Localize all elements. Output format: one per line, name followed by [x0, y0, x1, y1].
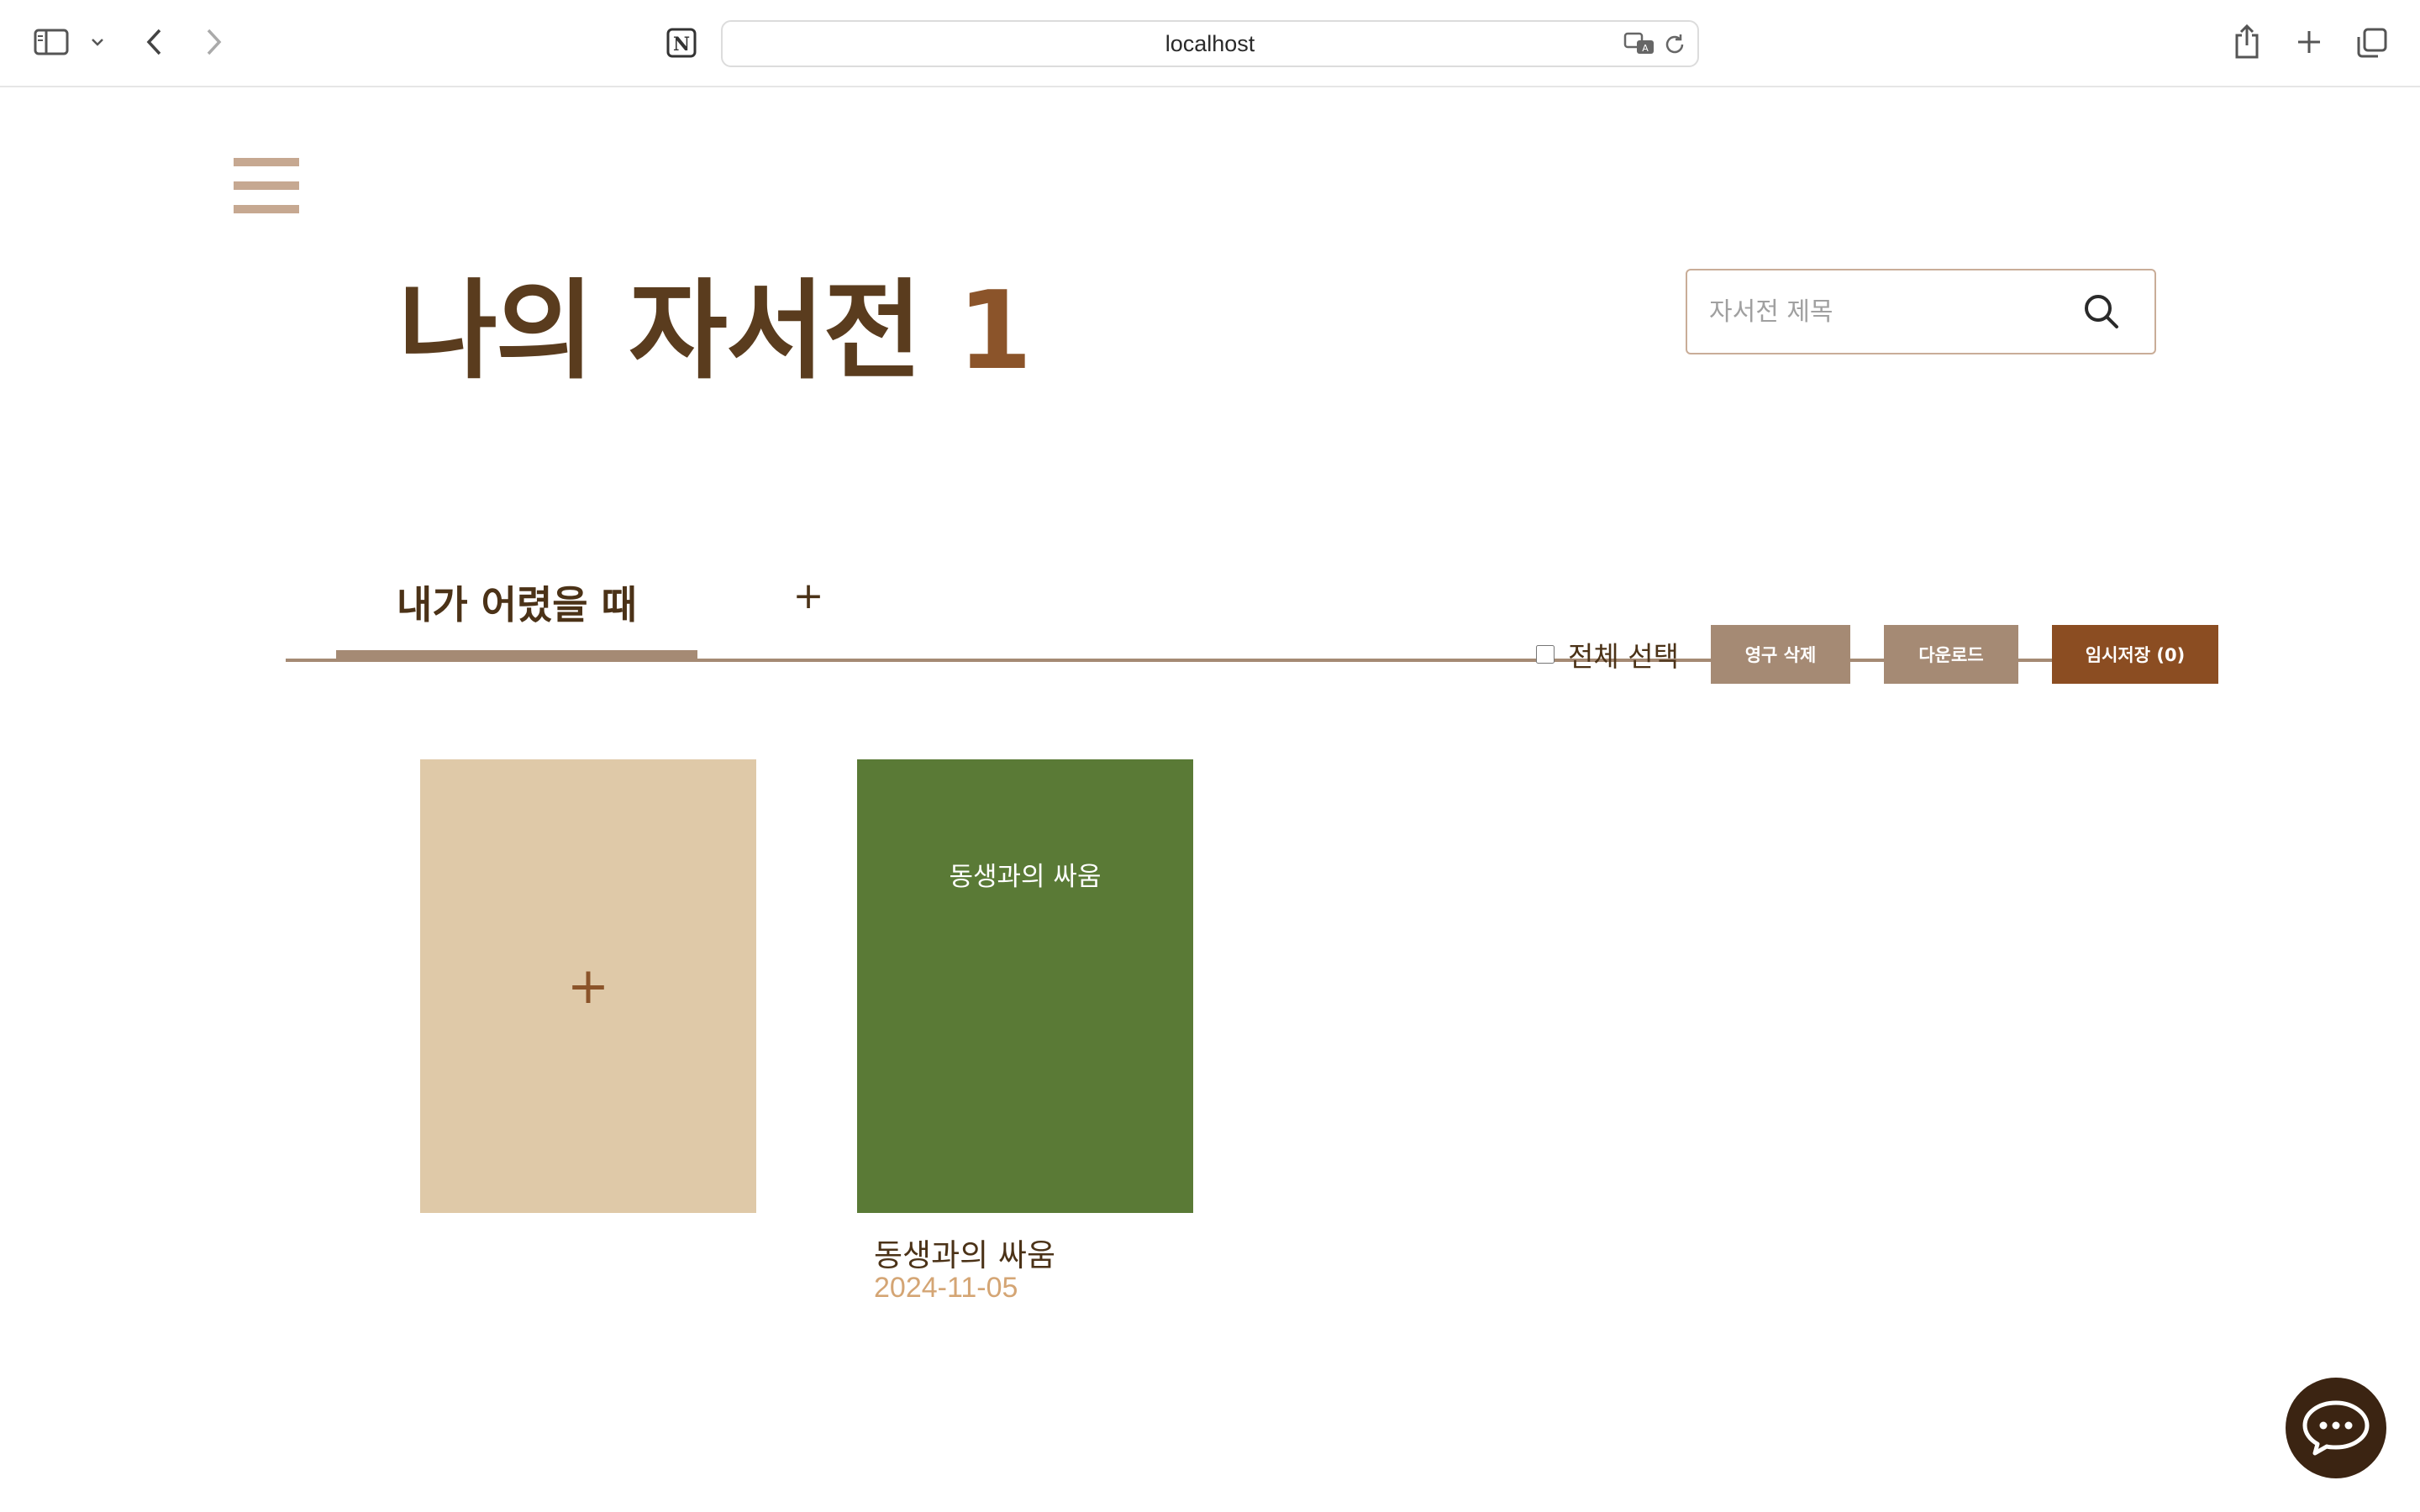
svg-text:A: A — [1642, 43, 1649, 54]
chat-bubble-icon — [2302, 1400, 2370, 1456]
chevron-down-icon[interactable] — [87, 32, 108, 52]
tab-chapter-1[interactable]: 내가 어렸을 때 — [336, 558, 697, 659]
back-icon[interactable] — [139, 25, 168, 59]
book-title[interactable]: 동생과의 싸움 — [874, 1230, 1055, 1275]
page-content: 나의 자서전 1 내가 어렸을 때 + 전체 선택 영구 삭제 다운로드 임시저… — [0, 87, 2420, 1512]
menu-icon[interactable] — [234, 158, 299, 213]
forward-icon[interactable] — [200, 25, 229, 59]
address-bar[interactable]: localhost A — [721, 20, 1699, 67]
tabs-overview-icon[interactable] — [2354, 25, 2390, 60]
add-tab-button[interactable]: + — [786, 571, 830, 622]
drafts-button[interactable]: 임시저장 (0) — [2052, 625, 2218, 684]
autobiography-count: 1 — [957, 269, 1033, 394]
search-icon[interactable] — [2082, 292, 2121, 334]
translate-icon[interactable]: A — [1623, 32, 1657, 60]
search-box — [1686, 269, 2156, 354]
notion-icon[interactable]: N — [664, 25, 699, 60]
page-title: 나의 자서전 1 — [398, 244, 1032, 394]
chat-button[interactable] — [2286, 1378, 2386, 1478]
permanent-delete-button[interactable]: 영구 삭제 — [1711, 625, 1850, 684]
select-all-label: 전체 선택 — [1568, 640, 1679, 673]
share-icon[interactable] — [2230, 22, 2264, 60]
url-text: localhost — [1165, 31, 1255, 56]
browser-toolbar: N localhost A — [0, 0, 2420, 87]
search-input[interactable] — [1709, 270, 2062, 353]
book-date: 2024-11-05 — [874, 1272, 1018, 1304]
sidebar-icon[interactable] — [32, 25, 71, 59]
reload-icon[interactable] — [1662, 32, 1687, 60]
select-all[interactable]: 전체 선택 — [1536, 625, 1679, 684]
add-book-card[interactable]: + — [420, 759, 756, 1213]
svg-text:N: N — [673, 34, 690, 55]
select-all-checkbox[interactable] — [1536, 645, 1555, 664]
tab-active-indicator — [336, 650, 697, 659]
download-button[interactable]: 다운로드 — [1884, 625, 2018, 684]
new-tab-icon[interactable] — [2292, 25, 2326, 59]
book-cover-title: 동생과의 싸움 — [949, 862, 1102, 892]
page-title-text: 나의 자서전 — [398, 269, 922, 394]
tab-label: 내가 어렸을 때 — [397, 582, 637, 627]
plus-icon: + — [566, 957, 610, 1016]
book-card[interactable]: 동생과의 싸움 — [857, 759, 1193, 1213]
